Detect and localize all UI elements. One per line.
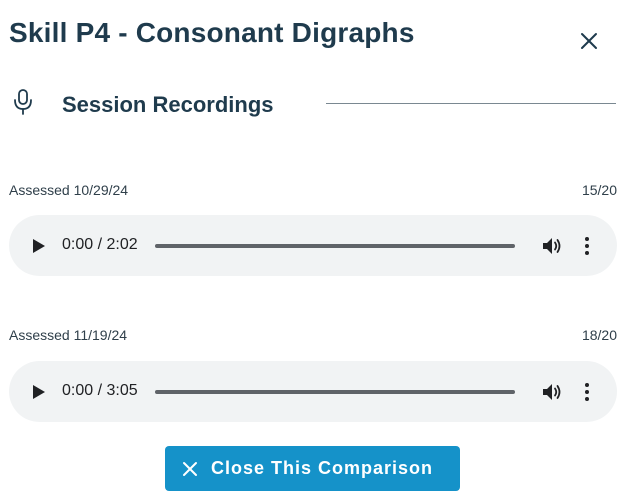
section-divider bbox=[326, 103, 616, 104]
volume-icon[interactable] bbox=[541, 381, 563, 403]
audio-player: 0:00 / 3:05 bbox=[9, 361, 617, 422]
audio-player: 0:00 / 2:02 bbox=[9, 215, 617, 276]
progress-slider[interactable] bbox=[155, 244, 515, 248]
close-icon bbox=[183, 462, 197, 476]
assessed-date: Assessed 11/19/24 bbox=[9, 327, 128, 343]
time-display: 0:00 / 3:05 bbox=[62, 382, 138, 399]
volume-icon[interactable] bbox=[541, 235, 563, 257]
microphone-icon bbox=[14, 89, 32, 115]
progress-slider[interactable] bbox=[155, 390, 515, 394]
section-header: Session Recordings bbox=[0, 84, 630, 124]
play-icon[interactable] bbox=[31, 237, 47, 255]
close-comparison-button[interactable]: Close This Comparison bbox=[165, 446, 460, 491]
close-icon[interactable] bbox=[578, 30, 600, 52]
more-options-icon[interactable] bbox=[582, 381, 592, 403]
play-icon[interactable] bbox=[31, 383, 47, 401]
page-title: Skill P4 - Consonant Digraphs bbox=[9, 17, 415, 48]
section-title: Session Recordings bbox=[62, 92, 274, 117]
close-comparison-label: Close This Comparison bbox=[211, 458, 434, 478]
assessed-date: Assessed 10/29/24 bbox=[9, 182, 129, 198]
recording-meta: Assessed 10/29/24 15/20 bbox=[9, 182, 617, 200]
time-display: 0:00 / 2:02 bbox=[62, 236, 138, 253]
recording-meta: Assessed 11/19/24 18/20 bbox=[9, 327, 617, 345]
more-options-icon[interactable] bbox=[582, 235, 592, 257]
score: 15/20 bbox=[581, 182, 617, 198]
score: 18/20 bbox=[581, 327, 617, 343]
